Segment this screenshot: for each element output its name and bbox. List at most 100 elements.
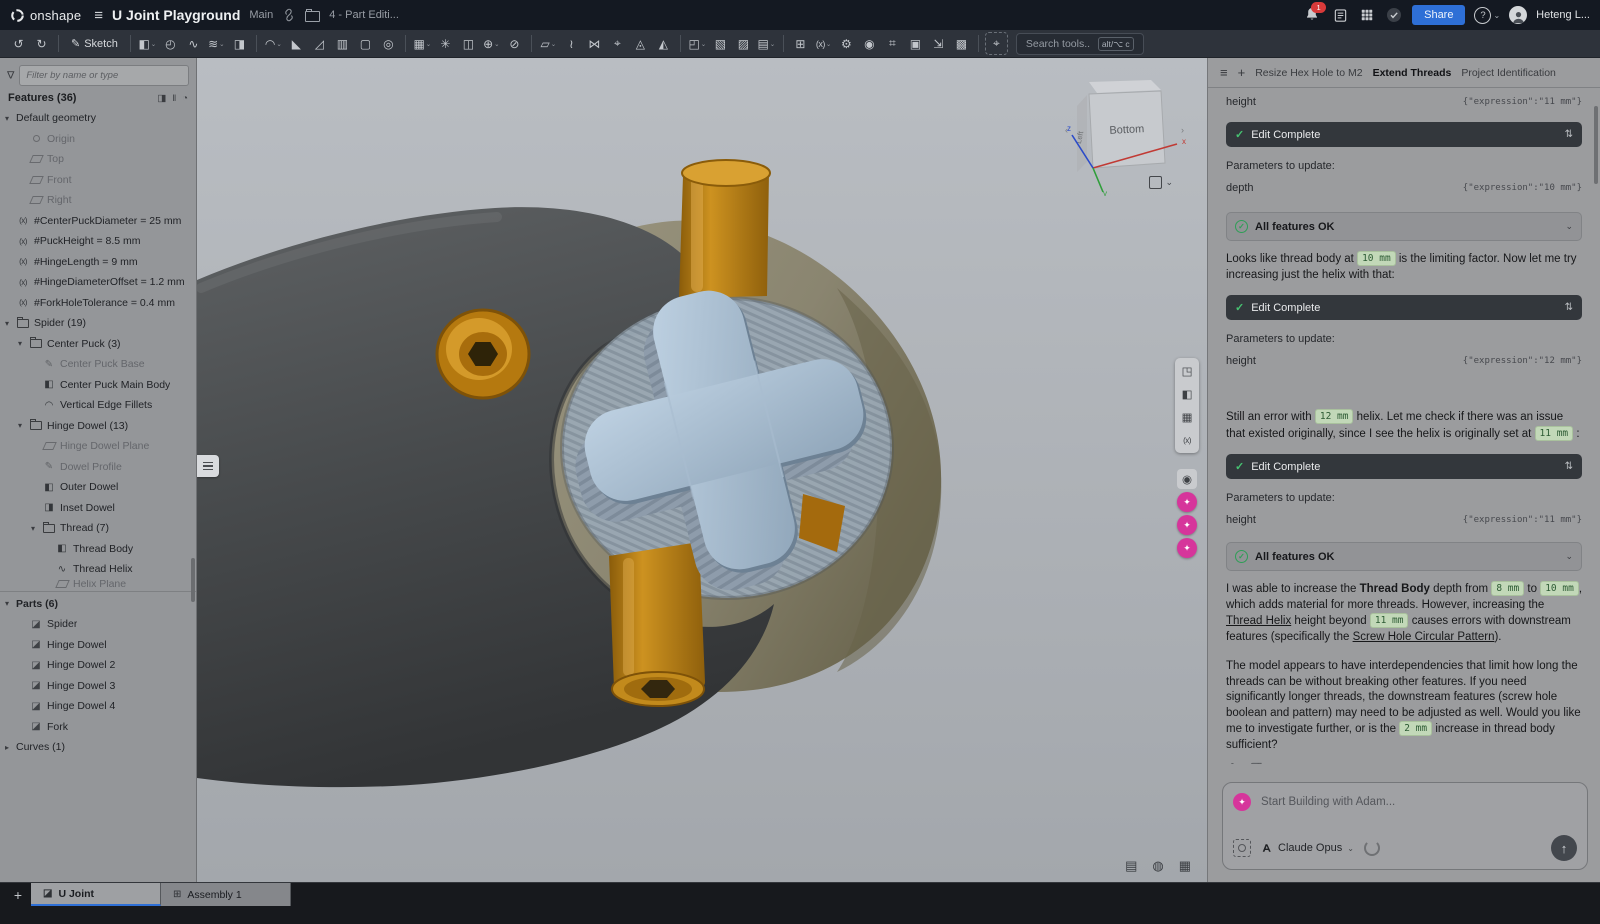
feature-filter-input[interactable]: [19, 65, 189, 86]
caret-icon[interactable]: ▾: [5, 599, 16, 608]
main-menu-icon[interactable]: ≡: [94, 7, 103, 24]
plane-button[interactable]: ▱⌄: [538, 33, 559, 54]
tool-search-input[interactable]: [1024, 37, 1092, 51]
caret-icon[interactable]: ▾: [18, 339, 29, 348]
appearance-button[interactable]: ▦: [1177, 407, 1197, 427]
export-button[interactable]: ⇲: [928, 33, 949, 54]
screenshot-icon[interactable]: [1233, 839, 1251, 857]
part-item[interactable]: Fork: [0, 717, 196, 738]
variable-studio-button[interactable]: (x)⌄: [813, 33, 834, 54]
variable-item[interactable]: #CenterPuckDiameter = 25 mm: [0, 211, 196, 232]
tool-search[interactable]: alt/⌥ c: [1016, 33, 1144, 55]
assistant-button[interactable]: ◉: [859, 33, 880, 54]
part-item[interactable]: Hinge Dowel 3: [0, 676, 196, 697]
delete-face-button[interactable]: ◬: [630, 33, 651, 54]
assistant-presence-avatar[interactable]: ✦: [1177, 515, 1197, 535]
feature-item[interactable]: Vertical Edge Fillets: [0, 395, 196, 416]
rib-button[interactable]: ▥: [332, 33, 353, 54]
regenerate-icon[interactable]: ◔: [182, 93, 188, 104]
send-button[interactable]: ↑: [1551, 835, 1577, 861]
thicken-button[interactable]: ◨: [229, 33, 250, 54]
sheet-icon[interactable]: ▤: [1125, 858, 1137, 874]
caret-icon[interactable]: ▾: [5, 114, 16, 123]
folder-item[interactable]: ▾Spider (19): [0, 313, 196, 334]
hole-button[interactable]: ◎: [378, 33, 399, 54]
hinge-dowel-top[interactable]: [679, 160, 770, 298]
feature-item[interactable]: Right: [0, 190, 196, 211]
globe-icon[interactable]: ◍: [1152, 858, 1163, 874]
helix-button[interactable]: ≀: [561, 33, 582, 54]
draft-button[interactable]: ◿: [309, 33, 330, 54]
tab-project-identification[interactable]: Project Identification: [1461, 67, 1556, 79]
feature-list-toggle[interactable]: [197, 455, 219, 477]
feature-item[interactable]: Inset Dowel: [0, 498, 196, 519]
feature-item[interactable]: Hinge Dowel Plane: [0, 436, 196, 457]
loft-button[interactable]: ≋⌄: [206, 33, 227, 54]
boolean-button[interactable]: ⊕⌄: [481, 33, 502, 54]
journal-button[interactable]: [1331, 6, 1349, 24]
move-face-button[interactable]: ◭: [653, 33, 674, 54]
mirror-button[interactable]: ◫: [458, 33, 479, 54]
feature-item[interactable]: Outer Dowel: [0, 477, 196, 498]
edit-complete-bar[interactable]: ✓ Edit Complete ⇅: [1226, 295, 1582, 320]
folder-item[interactable]: ▾Center Puck (3): [0, 334, 196, 355]
transform-button[interactable]: ⌖: [607, 33, 628, 54]
model-selector[interactable]: Claude Opus ⌄: [1261, 842, 1354, 854]
shell-button[interactable]: ▢: [355, 33, 376, 54]
feature-item[interactable]: Origin: [0, 129, 196, 150]
caret-icon[interactable]: ▾: [18, 421, 29, 430]
thread-helix-link[interactable]: Thread Helix: [1226, 615, 1291, 627]
chamfer-button[interactable]: ◣: [286, 33, 307, 54]
versions-icon[interactable]: [282, 8, 296, 22]
u-joint-model[interactable]: [197, 58, 1207, 882]
feature-item[interactable]: Thread Helix: [0, 559, 196, 580]
properties-button[interactable]: ▩: [951, 33, 972, 54]
branch-label[interactable]: Main: [249, 9, 273, 21]
thumbs-down-icon[interactable]: [1249, 762, 1262, 764]
chat-input[interactable]: [1259, 795, 1577, 809]
avatar[interactable]: [1509, 6, 1527, 24]
section-view-button[interactable]: ◧: [1177, 384, 1197, 404]
hinge-dowel-bottom[interactable]: [609, 542, 705, 706]
split-button[interactable]: ⊘: [504, 33, 525, 54]
revolve-button[interactable]: ◴: [160, 33, 181, 54]
folder-item[interactable]: ▾Hinge Dowel (13): [0, 416, 196, 437]
add-tab-button[interactable]: +: [5, 883, 31, 906]
assistant-menu-icon[interactable]: ≡: [1220, 65, 1228, 80]
view-options-button[interactable]: ⌄: [1149, 176, 1173, 189]
tab-resize-hex-hole[interactable]: Resize Hex Hole to M2: [1255, 67, 1362, 79]
undo-button[interactable]: ↺: [8, 33, 29, 54]
composite-button[interactable]: ▤⌄: [756, 33, 777, 54]
variable-item[interactable]: #ForkHoleTolerance = 0.4 mm: [0, 293, 196, 314]
assistant-presence-avatar[interactable]: ✦: [1177, 492, 1197, 512]
all-features-ok-bar[interactable]: ✓ All features OK ⌄: [1226, 212, 1582, 241]
sweep-button[interactable]: ∿: [183, 33, 204, 54]
chevron-down-icon[interactable]: ⌄: [1565, 221, 1573, 232]
variable-item[interactable]: #HingeDiameterOffset = 1.2 mm: [0, 272, 196, 293]
tab-assembly-1[interactable]: ⊞ Assembly 1: [161, 883, 291, 906]
document-tab-label[interactable]: 4 - Part Editi...: [329, 9, 399, 21]
thumbs-up-icon[interactable]: [1226, 762, 1239, 764]
tab-u-joint[interactable]: ◪ U Joint: [31, 883, 161, 906]
caret-icon[interactable]: ▾: [5, 319, 16, 328]
panel-scrollbar[interactable]: [191, 558, 195, 602]
filter-icon[interactable]: ∇: [7, 70, 14, 82]
feature-item[interactable]: Center Puck Main Body: [0, 375, 196, 396]
rotate-right-arrow[interactable]: ›: [1181, 125, 1184, 135]
learning-center-button[interactable]: [1385, 6, 1403, 24]
help-menu[interactable]: ? ⌄: [1474, 7, 1500, 24]
curves-section-header[interactable]: ▸Curves (1): [0, 737, 196, 758]
feature-item[interactable]: Thread Body: [0, 539, 196, 560]
tab-extend-threads[interactable]: Extend Threads: [1373, 67, 1452, 79]
follow-mode-button[interactable]: ◉: [1177, 469, 1197, 489]
feature-item[interactable]: Front: [0, 170, 196, 191]
expand-icon[interactable]: ⇅: [1565, 302, 1573, 313]
edit-complete-bar[interactable]: ✓ Edit Complete ⇅: [1226, 454, 1582, 479]
caret-icon[interactable]: ▾: [31, 524, 42, 533]
screw-hole-pattern-link[interactable]: Screw Hole Circular Pattern: [1353, 631, 1495, 643]
part-item[interactable]: Hinge Dowel 4: [0, 696, 196, 717]
fillet-button[interactable]: ◠⌄: [263, 33, 284, 54]
document-title[interactable]: U Joint Playground: [112, 7, 240, 23]
surface-button[interactable]: ◰⌄: [687, 33, 708, 54]
variable-item[interactable]: #HingeLength = 9 mm: [0, 252, 196, 273]
